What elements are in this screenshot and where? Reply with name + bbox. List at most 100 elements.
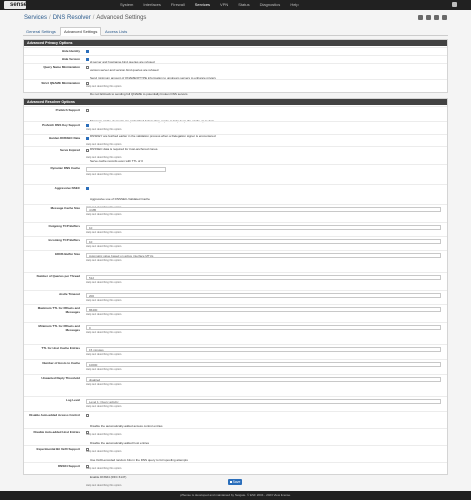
chart-icon[interactable] (426, 15, 431, 20)
help-text: Help text describing this option. (86, 245, 123, 248)
row-edns-buffer: EDNS Buffer Size Automatic value based o… (24, 250, 447, 272)
save-button[interactable]: Save (228, 479, 242, 485)
dns64-checkbox[interactable] (86, 465, 89, 468)
resolver-panel: Advanced Resolver Options Prefetch Suppo… (23, 98, 448, 487)
nav-vpn[interactable]: VPN (220, 2, 228, 8)
label: Jostle Timeout (58, 292, 80, 296)
help-text: Help text describing this option. (86, 484, 123, 487)
tab-access-lists[interactable]: Access Lists (102, 27, 130, 36)
edns-buffer-select[interactable]: Automatic value based on active interfac… (86, 253, 441, 258)
help-icon[interactable] (442, 15, 447, 20)
help-text: Help text describing this option. (86, 299, 123, 302)
help-text: Help text describing this option. (86, 213, 123, 216)
help-text: Help text describing this option. (86, 313, 123, 316)
footer: pfSense is developed and maintained by N… (0, 491, 471, 500)
label: Minimum TTL for RRsets and Messages (38, 324, 80, 332)
logo-text: sense (10, 2, 28, 8)
tab-advanced-settings[interactable]: Advanced Settings (60, 27, 102, 36)
row-serve-expired: Serve Expired Serve cache records even w… (24, 146, 447, 171)
top-navbar: sense System Interfaces Firewall Service… (0, 0, 471, 10)
label: Disable Auto-added Access Control (29, 413, 80, 417)
hide-identity-checkbox[interactable] (86, 50, 89, 53)
queries-per-thread-select[interactable]: 512 (86, 275, 441, 280)
label: TTL for Host Cache Entries (41, 346, 80, 350)
nav-system[interactable]: System (120, 2, 133, 8)
label: Message Cache Size (50, 206, 80, 210)
row-hosts-to-cache: Number of Hosts to Cache 10000 Help text … (24, 359, 447, 374)
breadcrumb-dns-resolver[interactable]: DNS Resolver (53, 15, 91, 21)
breadcrumb-services[interactable]: Services (24, 15, 47, 21)
hide-version-checkbox[interactable] (86, 58, 89, 61)
breadcrumb-tools (418, 15, 447, 20)
message-cache-size-select[interactable]: 4 MB (86, 207, 441, 212)
sliders-icon[interactable] (418, 15, 423, 20)
resolver-panel-title: Advanced Resolver Options (24, 99, 447, 105)
option-text: Do not fall-back to sending full QNAME t… (90, 92, 188, 96)
label: Serve Expired (59, 148, 80, 152)
label: Hide Identity (61, 49, 80, 53)
nav-interfaces[interactable]: Interfaces (143, 2, 161, 8)
privacy-panel: Advanced Privacy Options Hide Identity i… (23, 39, 448, 104)
hosts-to-cache-select[interactable]: 10000 (86, 362, 441, 367)
label: EDNS Buffer Size (55, 252, 80, 256)
label: Harden DNSSEC Data (48, 136, 80, 140)
bit-0x20-checkbox[interactable] (86, 448, 89, 451)
nav-firewall[interactable]: Firewall (171, 2, 185, 8)
label: Dynamic DNS Cache (50, 166, 80, 170)
row-outgoing-tcp: Outgoing TCP Buffers 10 Help text describ… (24, 222, 447, 236)
qname-minimization-checkbox[interactable] (86, 66, 89, 69)
tab-general-settings[interactable]: General Settings (23, 27, 59, 36)
aggressive-nsec-checkbox[interactable] (86, 187, 89, 190)
row-query-name-minimization: Query Name Minimization Send minimum amo… (24, 63, 447, 88)
help-text: Help text describing this option. (86, 259, 123, 262)
breadcrumb-bar: Services / DNS Resolver / Advanced Settings (0, 11, 471, 25)
tab-bar: General Settings Advanced Settings Acces… (23, 27, 448, 36)
dynamic-dns-cache-input[interactable] (86, 167, 166, 172)
host-cache-ttl-select[interactable]: 15 minutes (86, 347, 441, 352)
unwanted-reply-select[interactable]: disabled (86, 377, 441, 382)
row-queries-per-thread: Number of Queries per Thread 512 Help tex… (24, 272, 447, 290)
log-level-select[interactable]: Level 1: Query activity (86, 399, 441, 404)
row-incoming-tcp: Incoming TCP Buffers 10 Help text describ… (24, 236, 447, 250)
row-prefetch-dnskey: Prefetch DNS Key Support DNSKEY are fetc… (24, 121, 447, 146)
label: Maximum TTL for RRsets and Messages (37, 306, 80, 314)
prefetch-checkbox[interactable] (86, 109, 89, 112)
min-ttl-input[interactable]: 0 (86, 325, 441, 330)
incoming-tcp-select[interactable]: 10 (86, 239, 441, 244)
label: Unwanted Reply Threshold (41, 376, 80, 380)
nav-help[interactable]: Help (290, 2, 298, 8)
logout-icon[interactable] (452, 2, 457, 7)
option-text: Aggressive use of DNSSEC-Validated Cache (90, 197, 150, 201)
row-strict-qname: Strict QNAME Minimization Do not fall-ba… (24, 79, 447, 104)
label: DNS64 Support (57, 464, 80, 468)
harden-dnssec-checkbox[interactable] (86, 137, 89, 140)
row-max-ttl: Maximum TTL for RRsets and Messages 8640… (24, 304, 447, 322)
disable-host-entries-checkbox[interactable] (86, 431, 89, 434)
help-text: Help text describing this option. (86, 231, 123, 234)
max-ttl-input[interactable]: 86400 (86, 307, 441, 312)
label: Prefetch DNS Key Support (42, 123, 80, 127)
help-text: Help text describing this option. (86, 331, 123, 334)
label: Outgoing TCP Buffers (48, 224, 80, 228)
help-text: Help text describing this option. (86, 383, 123, 386)
row-host-cache-ttl: TTL for Host Cache Entries 15 minutes Hel… (24, 344, 447, 359)
log-icon[interactable] (434, 15, 439, 20)
row-jostle-timeout: Jostle Timeout 200 Help text describing t… (24, 290, 447, 304)
nav-status[interactable]: Status (238, 2, 249, 8)
outgoing-tcp-select[interactable]: 10 (86, 225, 441, 230)
strict-qname-checkbox[interactable] (86, 82, 89, 85)
serve-expired-checkbox[interactable] (86, 149, 89, 152)
label: Incoming TCP Buffers (48, 238, 80, 242)
nav-menu: System Interfaces Firewall Services VPN … (120, 2, 299, 8)
help-text: Help text describing this option. (86, 368, 123, 371)
disable-access-control-checkbox[interactable] (86, 414, 89, 417)
nav-diagnostics[interactable]: Diagnostics (260, 2, 281, 8)
row-prefetch: Prefetch Support Message cache elements … (24, 106, 447, 131)
row-unwanted-reply: Unwanted Reply Threshold disabled Help te… (24, 374, 447, 396)
jostle-timeout-select[interactable]: 200 (86, 293, 441, 298)
privacy-panel-title: Advanced Privacy Options (24, 40, 447, 46)
label: Strict QNAME Minimization (41, 81, 80, 85)
help-text: Help text describing this option. (86, 405, 123, 408)
nav-services[interactable]: Services (195, 2, 210, 8)
prefetch-dnskey-checkbox[interactable] (86, 124, 89, 127)
